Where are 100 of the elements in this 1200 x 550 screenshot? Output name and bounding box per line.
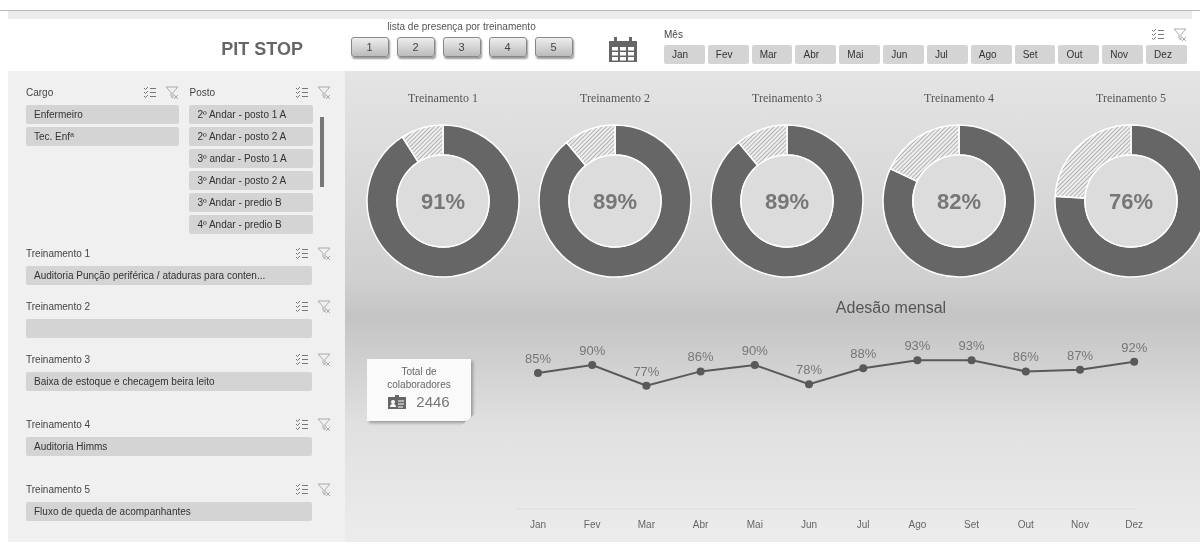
slicer-title: Treinamento 2: [26, 300, 91, 312]
slicer-title: Treinamento 3: [26, 353, 91, 365]
calendar-icon[interactable]: [608, 37, 638, 63]
clear-filter-icon[interactable]: [165, 85, 180, 99]
dashboard-title: PIT STOP: [221, 38, 303, 60]
scrollbar[interactable]: [320, 117, 325, 187]
clear-filter-icon[interactable]: [317, 299, 331, 313]
multi-select-icon[interactable]: [295, 353, 309, 365]
data-point: [534, 369, 542, 377]
data-label: 78%: [796, 362, 822, 378]
slicer-item[interactable]: 3º Andar - predio B: [189, 193, 314, 212]
axis-label: Mai: [746, 519, 763, 530]
chart-title: Treinamento 4: [924, 91, 994, 107]
axis-label: Jul: [856, 519, 870, 530]
card-label: Total de colaboradores: [386, 365, 452, 391]
slicer-title: Treinamento 1: [26, 247, 91, 259]
month-item[interactable]: Jan: [664, 45, 705, 64]
clear-filter-icon[interactable]: [317, 246, 331, 260]
percent-label: 76%: [1109, 189, 1153, 214]
axis-label: Out: [1017, 519, 1034, 530]
percent-label: 89%: [593, 189, 637, 214]
data-label: 88%: [850, 346, 877, 362]
month-item[interactable]: Fev: [707, 45, 749, 64]
data-point: [642, 381, 651, 390]
month-item[interactable]: Out: [1058, 45, 1100, 64]
axis-label: Mar: [637, 519, 655, 530]
slicer-item[interactable]: Auditoria Himms: [26, 437, 312, 456]
month-item[interactable]: Mar: [751, 45, 793, 64]
slicer-item[interactable]: Fluxo de queda de acompanhantes: [26, 502, 312, 521]
slicer-title: Treinamento 4: [26, 418, 91, 430]
training-button[interactable]: 4: [488, 37, 527, 57]
clear-filter-icon[interactable]: [317, 85, 331, 99]
training-button[interactable]: 5: [534, 37, 573, 57]
slicer-title: Posto: [189, 86, 216, 98]
card-value: 2446: [416, 393, 450, 410]
chart-title: Treinamento 5: [1096, 91, 1166, 107]
axis-label: Fev: [583, 519, 601, 530]
data-label: 90%: [579, 343, 606, 358]
multi-select-icon[interactable]: [295, 247, 309, 259]
data-point: [805, 380, 813, 389]
data-point: [859, 364, 868, 373]
clear-filter-icon[interactable]: [317, 417, 331, 431]
data-label: 86%: [1012, 349, 1039, 365]
multi-select-icon[interactable]: [295, 418, 309, 430]
data-label: 87%: [1067, 347, 1093, 363]
month-item[interactable]: Abr: [795, 45, 837, 64]
multi-select-icon[interactable]: [295, 483, 309, 495]
slicer-item[interactable]: Tec. Enfª: [26, 127, 180, 146]
slicer-item[interactable]: 4º Andar - predio B: [189, 215, 314, 234]
multi-select-icon[interactable]: [295, 86, 309, 98]
clear-filter-icon[interactable]: [317, 352, 331, 366]
axis-label: Jun: [800, 519, 818, 530]
data-label: 93%: [958, 338, 985, 354]
multi-select-icon[interactable]: [1151, 28, 1165, 40]
training-button[interactable]: 2: [396, 37, 435, 57]
data-label: 85%: [525, 351, 551, 366]
clear-filter-icon[interactable]: [1173, 27, 1187, 41]
axis-label: Jan: [529, 519, 547, 530]
data-point: [967, 356, 976, 365]
axis-label: Nov: [1071, 519, 1089, 530]
slicer-title: Mês: [664, 28, 683, 40]
slicer-item[interactable]: 3º andar - Posto 1 A: [189, 149, 314, 168]
data-label: 86%: [687, 349, 714, 365]
chart-title: Treinamento 3: [752, 91, 822, 107]
axis-label: Set: [964, 519, 980, 530]
slicer-item[interactable]: 3º Andar - posto 2 A: [189, 171, 314, 190]
slicer-item[interactable]: Auditoria Punção periférica / ataduras para conten...: [26, 266, 312, 285]
month-item[interactable]: Jun: [883, 45, 924, 64]
slicer-item[interactable]: Enfermeiro: [26, 105, 180, 124]
multi-select-icon[interactable]: [295, 300, 309, 312]
axis-label: Abr: [692, 519, 709, 530]
data-point: [588, 361, 597, 369]
training-button[interactable]: 3: [442, 37, 481, 57]
month-item[interactable]: Mai: [839, 45, 881, 64]
percent-label: 91%: [421, 189, 465, 214]
data-label: 90%: [741, 343, 768, 358]
data-point: [1021, 367, 1030, 376]
chart-title: Adesão mensal: [835, 299, 947, 317]
month-item[interactable]: Nov: [1102, 45, 1144, 64]
percent-label: 82%: [937, 189, 981, 214]
slicer-item[interactable]: 2º Andar - posto 1 A: [189, 105, 314, 124]
chart-title: Treinamento 2: [580, 91, 650, 107]
month-item[interactable]: Ago: [970, 45, 1012, 64]
slicer-item[interactable]: Baixa de estoque e checagem beira leito: [26, 372, 312, 391]
training-button[interactable]: 1: [350, 37, 389, 57]
slicer-title: Cargo: [26, 86, 54, 98]
month-item[interactable]: Set: [1014, 45, 1056, 64]
month-item[interactable]: Dez: [1146, 45, 1187, 64]
id-card-icon: [388, 394, 407, 409]
data-label: 93%: [904, 338, 931, 354]
clear-filter-icon[interactable]: [317, 482, 331, 496]
data-point: [696, 367, 705, 376]
multi-select-icon[interactable]: [143, 86, 158, 98]
month-item[interactable]: Jul: [926, 45, 968, 64]
data-label: 77%: [633, 363, 660, 379]
data-label: 92%: [1121, 339, 1148, 355]
slicer-item[interactable]: 2º Andar - posto 2 A: [189, 127, 314, 146]
axis-label: Ago: [908, 519, 927, 530]
data-point: [1076, 365, 1084, 374]
data-point: [913, 356, 922, 365]
